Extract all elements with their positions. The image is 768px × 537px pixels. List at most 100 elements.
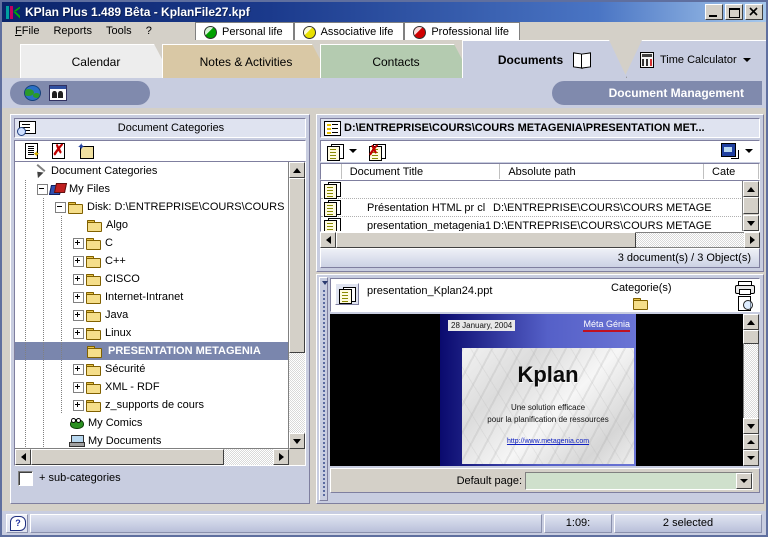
tree-indent xyxy=(15,324,73,342)
life-tab-professional[interactable]: Professional life xyxy=(404,22,520,41)
documents-vertical-scrollbar[interactable] xyxy=(742,181,759,231)
print-icon[interactable] xyxy=(735,281,755,295)
tree-toggle-plus-icon[interactable] xyxy=(73,381,84,393)
tree-toggle-plus-icon[interactable] xyxy=(73,237,84,249)
preview-canvas[interactable]: 28 January, 2004 Méta Génia Kplan Une so… xyxy=(330,314,744,466)
tree-vscroll-thumb[interactable] xyxy=(289,178,305,353)
preview-vscroll-track[interactable] xyxy=(744,344,758,418)
tree-item[interactable]: XML - RDF xyxy=(15,378,289,396)
preview-scroll-down-button[interactable] xyxy=(743,418,759,434)
add-image-icon[interactable]: ✦ xyxy=(77,143,94,159)
copy-dropdown-chevron-down-icon[interactable] xyxy=(349,149,357,153)
preview-file-button[interactable] xyxy=(335,283,359,305)
menu-tools[interactable]: Tools xyxy=(99,24,139,38)
documents-list-body[interactable]: Présentation HTML pr cl D:\ENTREPRISE\COU… xyxy=(320,180,760,232)
tree-toggle-minus-icon[interactable] xyxy=(55,201,66,213)
tree-item[interactable]: Sécurité xyxy=(15,360,289,378)
documents-scroll-up-button[interactable] xyxy=(743,181,759,197)
categories-tree[interactable]: Document Categories My Files Disk: D:\ENTR… xyxy=(14,161,306,466)
tree-scroll-right-button[interactable] xyxy=(273,449,289,465)
tree-item[interactable]: My Files xyxy=(15,180,289,198)
documents-hscroll-thumb[interactable] xyxy=(336,232,636,248)
tree-item[interactable]: Disk: D:\ENTREPRISE\COURS\COURS ME xyxy=(15,198,289,216)
tree-item[interactable]: Internet-Intranet xyxy=(15,288,289,306)
default-page-chevron-down-icon[interactable] xyxy=(736,472,752,489)
documents-column-header[interactable]: Absolute path xyxy=(500,164,705,179)
tab-notes-activities[interactable]: Notes & Activities xyxy=(162,44,330,78)
table-row[interactable] xyxy=(321,181,743,199)
sub-categories-checkbox[interactable] xyxy=(18,470,33,486)
delete-document-icon[interactable]: ✗ xyxy=(50,143,67,159)
menu-reports[interactable]: Reports xyxy=(46,24,99,38)
menu-help[interactable]: ? xyxy=(139,24,159,38)
chevron-down-icon[interactable] xyxy=(742,57,751,62)
time-calculator-button[interactable]: Time Calculator xyxy=(624,40,766,78)
export-icon[interactable] xyxy=(721,143,739,159)
tree-item[interactable]: C++ xyxy=(15,252,289,270)
tree-toggle-plus-icon[interactable] xyxy=(73,399,84,411)
default-page-combo[interactable] xyxy=(525,471,753,490)
minimize-button[interactable] xyxy=(705,4,723,20)
table-row[interactable]: Présentation HTML pr cl D:\ENTREPRISE\COU… xyxy=(321,199,743,217)
tree-item[interactable]: Algo xyxy=(15,216,289,234)
page-zoom-icon[interactable] xyxy=(738,296,753,311)
tree-vertical-scrollbar[interactable] xyxy=(288,162,305,449)
preview-page-up-button[interactable] xyxy=(743,434,759,450)
delete-copy-icon[interactable]: ✗ xyxy=(368,143,386,161)
tree-toggle-plus-icon[interactable] xyxy=(73,363,84,375)
documents-column-header[interactable]: Document Title xyxy=(342,164,501,179)
preview-page-down-button[interactable] xyxy=(743,450,759,466)
sub-categories-option[interactable]: + sub-categories xyxy=(14,468,306,488)
preview-scroll-up-button[interactable] xyxy=(743,314,759,330)
tree-horizontal-scrollbar[interactable] xyxy=(15,448,289,465)
tree-item[interactable]: Linux xyxy=(15,324,289,342)
tree-toggle-plus-icon[interactable] xyxy=(73,273,84,285)
new-document-icon[interactable]: ✦ xyxy=(23,143,40,159)
tree-scroll-down-button[interactable] xyxy=(289,433,305,449)
export-dropdown-chevron-down-icon[interactable] xyxy=(745,149,753,153)
menu-file[interactable]: FFile xyxy=(8,24,46,38)
tree-item[interactable]: Java xyxy=(15,306,289,324)
tree-indent xyxy=(15,234,73,252)
preview-splitter[interactable] xyxy=(319,277,328,501)
preview-vscroll-thumb[interactable] xyxy=(743,330,759,344)
people-calendar-icon[interactable] xyxy=(49,85,67,101)
slide-link[interactable]: http://www.metagenia.com xyxy=(462,438,634,445)
tree-item[interactable]: C xyxy=(15,234,289,252)
life-tab-personal[interactable]: Personal life xyxy=(195,22,294,41)
documents-scroll-right-button[interactable] xyxy=(744,232,760,248)
tree-item[interactable]: z_supports de cours xyxy=(15,396,289,414)
tree-item[interactable]: My Documents xyxy=(15,432,289,449)
close-button[interactable] xyxy=(745,4,763,20)
tab-calendar[interactable]: Calendar xyxy=(20,44,172,78)
documents-scroll-left-button[interactable] xyxy=(320,232,336,248)
tab-documents[interactable]: Documents xyxy=(462,40,627,78)
tree-item[interactable]: PRESENTATION METAGENIA xyxy=(15,342,289,360)
documents-vscroll-thumb[interactable] xyxy=(743,197,759,214)
preview-category-folder[interactable] xyxy=(631,297,637,309)
status-help-pane[interactable]: ? xyxy=(6,513,28,533)
tree-hscroll-thumb[interactable] xyxy=(31,449,224,465)
table-row[interactable]: presentation_metagenia1 D:\ENTREPRISE\COU… xyxy=(321,217,743,231)
tree-item[interactable]: Document Categories xyxy=(15,162,289,180)
life-tab-associative[interactable]: Associative life xyxy=(293,22,405,41)
preview-vertical-scrollbar[interactable] xyxy=(743,314,759,466)
tree-toggle-plus-icon[interactable] xyxy=(73,255,84,267)
documents-column-header[interactable]: Cate xyxy=(704,164,759,179)
globe-icon[interactable] xyxy=(24,85,41,101)
tree-toggle-plus-icon[interactable] xyxy=(73,309,84,321)
tree-scroll-left-button[interactable] xyxy=(15,449,31,465)
tree-item[interactable]: CISCO xyxy=(15,270,289,288)
documents-scroll-down-button[interactable] xyxy=(743,215,759,231)
tab-contacts[interactable]: Contacts xyxy=(320,44,472,78)
help-icon[interactable]: ? xyxy=(10,515,26,531)
documents-horizontal-scrollbar[interactable] xyxy=(320,232,760,248)
tree-toggle-plus-icon[interactable] xyxy=(73,291,84,303)
tree-guide-line xyxy=(25,180,26,198)
tree-item[interactable]: My Comics xyxy=(15,414,289,432)
maximize-button[interactable] xyxy=(725,4,743,20)
tree-toggle-plus-icon[interactable] xyxy=(73,327,84,339)
tree-toggle-minus-icon[interactable] xyxy=(37,183,48,195)
copy-document-icon[interactable] xyxy=(327,143,344,161)
tree-scroll-up-button[interactable] xyxy=(289,162,305,178)
